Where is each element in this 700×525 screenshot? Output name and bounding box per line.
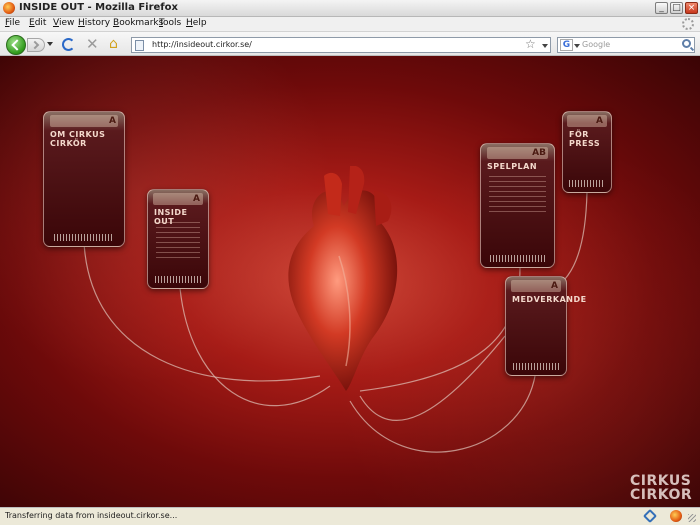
bag-code: A: [109, 116, 116, 126]
reload-icon[interactable]: [62, 38, 75, 51]
title-bar: INSIDE OUT - Mozilla Firefox _ □ ×: [0, 0, 700, 17]
bag-code: AB: [532, 148, 546, 158]
bag-code: A: [193, 194, 200, 204]
browser-window: INSIDE OUT - Mozilla Firefox _ □ × File …: [0, 0, 700, 525]
bag-spelplan[interactable]: AB SPELPLAN: [480, 143, 555, 268]
search-bar[interactable]: G Google: [557, 37, 695, 53]
forward-button[interactable]: [27, 38, 45, 52]
menu-label-rest: ools: [162, 18, 182, 28]
window-title: INSIDE OUT - Mozilla Firefox: [19, 2, 178, 13]
status-text: Transferring data from insideout.cirkor.…: [5, 511, 178, 520]
network-icon: [642, 508, 658, 524]
page-content: A OM CIRKUS CIRKÖR A INSIDE OUT AB SPELP…: [0, 56, 700, 507]
bag-title: SPELPLAN: [487, 162, 538, 171]
logo-line-1: CIRKUS: [630, 473, 692, 489]
google-engine-icon[interactable]: G: [560, 39, 573, 51]
menu-edit[interactable]: Edit: [29, 18, 46, 28]
bag-inside-out[interactable]: A INSIDE OUT: [147, 189, 209, 289]
menu-tools[interactable]: Tools: [159, 18, 181, 28]
menu-help[interactable]: Help: [186, 18, 207, 28]
bag-title: MEDVERKANDE: [512, 295, 587, 304]
status-bar: Transferring data from insideout.cirkor.…: [0, 507, 700, 525]
page-icon: [135, 40, 144, 51]
menu-label-rest: iew: [58, 18, 75, 28]
stop-icon[interactable]: ✕: [86, 36, 99, 52]
bag-cap: [50, 115, 118, 127]
back-button[interactable]: [6, 35, 26, 55]
search-icon[interactable]: [682, 39, 691, 48]
barcode-icon: [53, 234, 115, 241]
maximize-button[interactable]: □: [670, 2, 683, 14]
engine-dropdown-icon[interactable]: [574, 44, 580, 48]
barcode-icon: [489, 255, 546, 262]
bookmark-star-icon[interactable]: ☆: [525, 37, 536, 51]
menu-bar: File Edit View History Bookmarks Tools H…: [0, 17, 700, 32]
menu-accel: H: [186, 18, 193, 28]
bag-title: FÖR PRESS: [569, 130, 601, 148]
menu-accel: H: [78, 18, 85, 28]
logo-line-2: CIRKOR: [630, 487, 693, 503]
minimize-button[interactable]: _: [655, 2, 668, 14]
bag-text-lines: [489, 176, 546, 216]
loading-throbber-icon: [682, 18, 694, 30]
bag-om-cirkus-cirkor[interactable]: A OM CIRKUS CIRKÖR: [43, 111, 125, 247]
search-input[interactable]: Google: [582, 40, 610, 49]
url-dropdown-icon[interactable]: [542, 44, 548, 48]
home-icon[interactable]: ⌂: [109, 37, 118, 51]
bag-code: A: [551, 281, 558, 291]
heart-image: [288, 166, 398, 391]
bag-title: OM CIRKUS CIRKÖR: [50, 130, 106, 148]
menu-label-rest: ile: [9, 18, 21, 28]
menu-history[interactable]: History: [78, 18, 110, 28]
bag-text-lines: [156, 222, 200, 262]
close-button[interactable]: ×: [685, 2, 698, 14]
history-dropdown-icon[interactable]: [47, 42, 53, 46]
url-text[interactable]: http://insideout.cirkor.se/: [152, 40, 252, 49]
bag-medverkande[interactable]: A MEDVERKANDE: [505, 276, 586, 376]
barcode-icon: [155, 276, 201, 283]
menu-view[interactable]: View: [53, 18, 74, 28]
barcode-icon: [568, 180, 606, 187]
firefox-status-icon: [670, 510, 682, 522]
menu-label-rest: ookmarks: [119, 18, 164, 28]
menu-bookmarks[interactable]: Bookmarks: [113, 18, 163, 28]
bag-for-press[interactable]: A FÖR PRESS: [562, 111, 612, 193]
menu-label-rest: istory: [84, 18, 111, 28]
bag-code: A: [596, 116, 603, 126]
navigation-toolbar: ✕ ⌂ http://insideout.cirkor.se/ ☆ G Goog…: [0, 32, 700, 56]
address-bar[interactable]: http://insideout.cirkor.se/ ☆: [131, 37, 551, 53]
menu-label-rest: elp: [192, 18, 207, 28]
barcode-icon: [513, 363, 559, 370]
firefox-icon: [3, 2, 15, 14]
cirkus-cirkor-logo[interactable]: CIRKUS CIRKOR: [630, 474, 692, 502]
menu-label-rest: dit: [34, 18, 47, 28]
menu-file[interactable]: File: [5, 18, 20, 28]
resize-grip[interactable]: [688, 514, 696, 522]
